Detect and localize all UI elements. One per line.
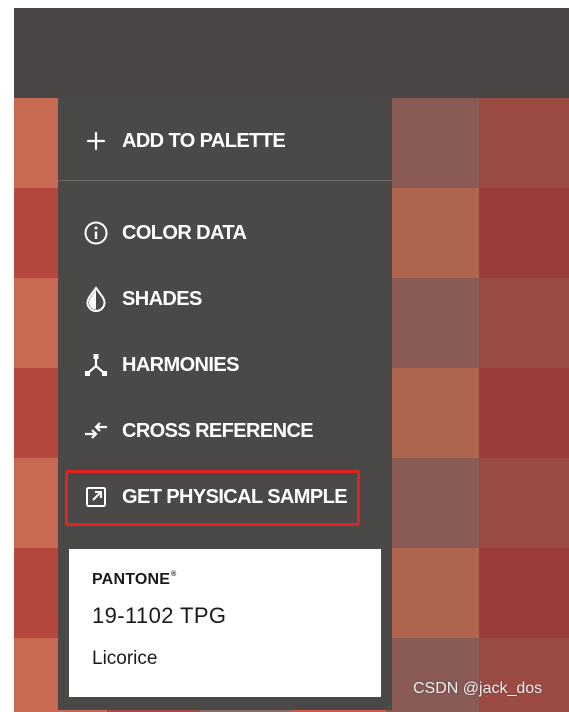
cross-reference-label: CROSS REFERENCE bbox=[122, 419, 314, 442]
background-tile bbox=[479, 188, 569, 278]
get-physical-sample-button[interactable]: GET PHYSICAL SAMPLE bbox=[58, 472, 392, 522]
color-data-button[interactable]: COLOR DATA bbox=[58, 208, 392, 258]
harmonies-button[interactable]: HARMONIES bbox=[58, 340, 392, 390]
background-tile bbox=[386, 368, 479, 458]
background-tile bbox=[386, 548, 479, 638]
plus-icon bbox=[82, 127, 110, 155]
info-circle-icon bbox=[82, 219, 110, 247]
background-tile bbox=[479, 98, 569, 188]
cross-reference-button[interactable]: CROSS REFERENCE bbox=[58, 406, 392, 456]
background-tile bbox=[479, 548, 569, 638]
harmonies-icon bbox=[82, 351, 110, 379]
get-physical-sample-label: GET PHYSICAL SAMPLE bbox=[122, 485, 348, 508]
color-code: 19-1102 TPG bbox=[92, 603, 227, 628]
background-tile bbox=[479, 458, 569, 548]
external-link-icon bbox=[82, 483, 110, 511]
background-tile bbox=[386, 638, 479, 712]
watermark: CSDN @jack_dos bbox=[413, 680, 543, 697]
drop-icon bbox=[82, 285, 110, 313]
harmonies-label: HARMONIES bbox=[122, 353, 239, 376]
background-tile bbox=[479, 368, 569, 458]
shades-label: SHADES bbox=[122, 287, 202, 310]
shades-button[interactable]: SHADES bbox=[58, 274, 392, 324]
brand-logo: PANTONE® bbox=[92, 571, 177, 588]
background-tile bbox=[386, 98, 479, 188]
background-tile bbox=[386, 278, 479, 368]
swap-arrows-icon bbox=[82, 417, 110, 445]
background-tile bbox=[386, 188, 479, 278]
background-tile bbox=[386, 458, 479, 548]
add-to-palette-label: ADD TO PALETTE bbox=[122, 129, 286, 152]
add-to-palette-button[interactable]: ADD TO PALETTE bbox=[58, 116, 392, 166]
swatch-info-card: PANTONE® 19-1102 TPG Licorice bbox=[69, 549, 381, 697]
background-tile bbox=[479, 278, 569, 368]
menu-divider bbox=[58, 180, 392, 181]
header-band bbox=[14, 8, 569, 98]
background-tile bbox=[479, 638, 569, 712]
color-name: Licorice bbox=[92, 648, 158, 669]
color-data-label: COLOR DATA bbox=[122, 221, 247, 244]
